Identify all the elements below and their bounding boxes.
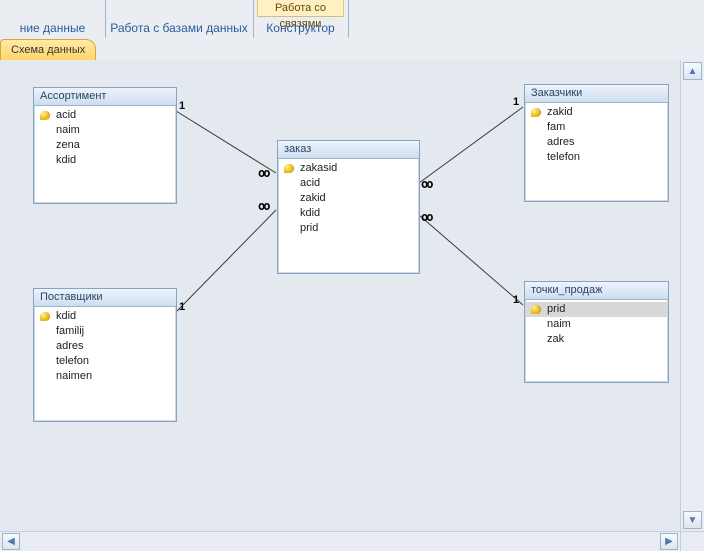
field[interactable]: acid — [278, 176, 419, 191]
field[interactable]: familij — [34, 324, 176, 339]
field[interactable]: zena — [34, 138, 176, 153]
field[interactable]: kdid — [34, 153, 176, 168]
ribbon: ние данные Работа с базами данных Работа… — [0, 0, 704, 39]
table-box-postav[interactable]: Поставщикиkdidfamilijadrestelefonnaimen — [33, 288, 177, 422]
field[interactable]: kdid — [278, 206, 419, 221]
scroll-left-button[interactable]: ◀ — [2, 533, 20, 550]
field[interactable]: zak — [525, 332, 668, 347]
scroll-down-button[interactable]: ▼ — [683, 511, 702, 529]
document-tab-bar: Схема данных — [0, 38, 704, 61]
field-pk[interactable]: kdid — [34, 309, 176, 324]
ribbon-tab-label[interactable]: ние данные — [0, 21, 105, 35]
field-list: zakasidacidzakidkdidprid — [278, 159, 419, 238]
cardinality-many: oo — [258, 199, 268, 213]
field-list: pridnaimzak — [525, 300, 668, 349]
cardinality-many: oo — [258, 166, 268, 180]
document-tab-active[interactable]: Схема данных — [0, 39, 96, 60]
field-pk[interactable]: zakid — [525, 105, 668, 120]
vertical-scrollbar[interactable]: ▲ ▼ — [680, 60, 704, 531]
field[interactable]: telefon — [525, 150, 668, 165]
table-title[interactable]: точки_продаж — [525, 282, 668, 300]
cardinality-many: oo — [421, 177, 431, 191]
relationship-line[interactable] — [176, 111, 276, 173]
table-title[interactable]: Поставщики — [34, 289, 176, 307]
relationship-line[interactable] — [176, 210, 276, 312]
field[interactable]: telefon — [34, 354, 176, 369]
table-box-zakaz[interactable]: заказzakasidacidzakidkdidprid — [277, 140, 420, 274]
cardinality-one: 1 — [513, 96, 519, 108]
table-box-tochki[interactable]: точки_продажpridnaimzak — [524, 281, 669, 383]
table-box-assort[interactable]: Ассортиментacidnaimzenakdid — [33, 87, 177, 204]
field[interactable]: adres — [34, 339, 176, 354]
ribbon-tab-label[interactable]: Работа с базами данных — [105, 21, 253, 35]
horizontal-scrollbar[interactable]: ◀ ▶ — [0, 531, 680, 551]
field[interactable]: prid — [278, 221, 419, 236]
relationship-line[interactable] — [419, 107, 523, 183]
table-box-zakazch[interactable]: Заказчикиzakidfamadrestelefon — [524, 84, 669, 202]
contextual-tool-tab[interactable]: Работа со связями — [257, 0, 344, 17]
field-pk[interactable]: zakasid — [278, 161, 419, 176]
field-pk[interactable]: acid — [34, 108, 176, 123]
relationships-canvas[interactable]: Ассортиментacidnaimzenakdidзаказzakasida… — [0, 60, 680, 531]
field-list: acidnaimzenakdid — [34, 106, 176, 170]
cardinality-one: 1 — [179, 301, 185, 313]
field-pk[interactable]: prid — [525, 302, 668, 317]
cardinality-one: 1 — [179, 100, 185, 112]
field[interactable]: naim — [34, 123, 176, 138]
ribbon-group: ние данные — [0, 0, 106, 38]
cardinality-many: oo — [421, 210, 431, 224]
table-title[interactable]: заказ — [278, 141, 419, 159]
field[interactable]: adres — [525, 135, 668, 150]
field[interactable]: fam — [525, 120, 668, 135]
table-title[interactable]: Ассортимент — [34, 88, 176, 106]
field[interactable]: zakid — [278, 191, 419, 206]
scroll-right-button[interactable]: ▶ — [660, 533, 678, 550]
relationship-line[interactable] — [419, 215, 523, 305]
ribbon-group: Работа со связями Конструктор — [253, 0, 349, 38]
field-list: kdidfamilijadrestelefonnaimen — [34, 307, 176, 386]
table-title[interactable]: Заказчики — [525, 85, 668, 103]
scroll-up-button[interactable]: ▲ — [683, 62, 702, 80]
field[interactable]: naimen — [34, 369, 176, 384]
ribbon-group: Работа с базами данных — [105, 0, 254, 38]
field-list: zakidfamadrestelefon — [525, 103, 668, 167]
cardinality-one: 1 — [513, 294, 519, 306]
field[interactable]: naim — [525, 317, 668, 332]
ribbon-tab-label[interactable]: Конструктор — [253, 21, 348, 35]
scrollbar-corner — [680, 531, 704, 551]
